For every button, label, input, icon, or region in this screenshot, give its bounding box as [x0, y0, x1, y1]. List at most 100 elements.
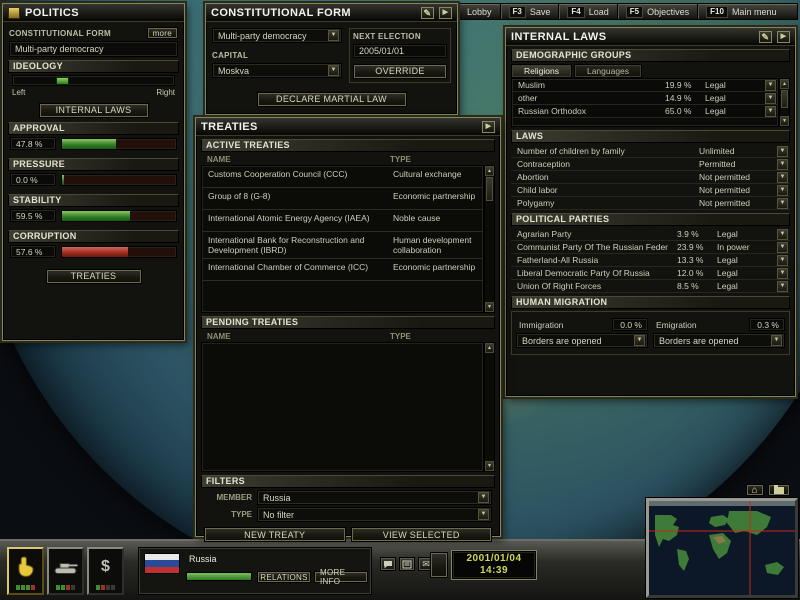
- emigration-borders-dropdown[interactable]: Borders are opened: [653, 333, 785, 348]
- dropdown-arrow-icon[interactable]: [328, 30, 339, 41]
- home-button[interactable]: [746, 484, 764, 496]
- party-row[interactable]: Union Of Right Forces 8.5 % Legal: [511, 280, 790, 293]
- dropdown-arrow-icon[interactable]: [777, 229, 788, 240]
- dropdown-arrow-icon[interactable]: [777, 268, 788, 279]
- law-row[interactable]: Contraception Permitted: [511, 158, 790, 171]
- ideology-slider-thumb[interactable]: [56, 77, 69, 85]
- dropdown-arrow-icon[interactable]: [777, 255, 788, 266]
- more-button[interactable]: more: [147, 27, 178, 39]
- dropdown-arrow-icon[interactable]: [328, 65, 339, 76]
- more-info-button[interactable]: MORE INFO: [314, 571, 368, 583]
- approval-bar: [61, 138, 177, 150]
- dropdown-arrow-icon[interactable]: [765, 106, 776, 117]
- government-form-dropdown[interactable]: Multi-party democracy: [212, 28, 342, 43]
- f4-key-badge: F4: [567, 6, 584, 18]
- politics-mode-indicator: [16, 585, 35, 590]
- constitutional-form-value: Multi-party democracy: [9, 41, 178, 57]
- tab-languages[interactable]: Languages: [574, 64, 642, 78]
- view-selected-button[interactable]: VIEW SELECTED: [351, 527, 493, 542]
- dropdown-arrow-icon[interactable]: [777, 185, 788, 196]
- law-row[interactable]: Polygamy Not permitted: [511, 197, 790, 210]
- party-row[interactable]: Communist Party Of The Russian Feder 23.…: [511, 241, 790, 254]
- scroll-down-icon[interactable]: [485, 302, 494, 312]
- edit-icon[interactable]: [421, 7, 434, 19]
- corruption-header: CORRUPTION: [8, 230, 179, 243]
- time-control-button[interactable]: [430, 552, 448, 578]
- scroll-down-icon[interactable]: [780, 116, 789, 126]
- folder-button[interactable]: [768, 484, 790, 496]
- military-mode-button[interactable]: [47, 547, 84, 595]
- emigration-label: Emigration: [653, 320, 744, 330]
- dropdown-arrow-icon[interactable]: [777, 242, 788, 253]
- active-treaties-scrollbar[interactable]: [484, 165, 495, 313]
- member-filter-dropdown[interactable]: Russia: [257, 490, 492, 505]
- load-button[interactable]: F4 Load: [559, 4, 617, 19]
- scroll-up-icon[interactable]: [780, 79, 789, 89]
- religion-row[interactable]: other 14.9 % Legal: [512, 92, 778, 105]
- main-menu-button[interactable]: F10 Main menu: [698, 4, 784, 19]
- minimap[interactable]: [646, 498, 798, 598]
- save-button[interactable]: F3 Save: [501, 4, 560, 19]
- politics-mode-button[interactable]: [7, 547, 44, 595]
- treaty-row[interactable]: International Chamber of Commerce (ICC) …: [202, 259, 483, 281]
- pending-treaties-columns: NAME TYPE: [201, 331, 495, 342]
- law-row[interactable]: Number of children by family Unlimited: [511, 145, 790, 158]
- detach-icon[interactable]: [482, 121, 495, 133]
- new-treaty-button[interactable]: NEW TREATY: [204, 527, 346, 542]
- dropdown-arrow-icon[interactable]: [634, 335, 645, 346]
- relations-button[interactable]: RELATIONS: [257, 571, 311, 583]
- approval-header: APPROVAL: [8, 122, 179, 135]
- log-icon[interactable]: [399, 557, 415, 571]
- party-row[interactable]: Liberal Democratic Party Of Russia 12.0 …: [511, 267, 790, 280]
- pending-treaties-header: PENDING TREATIES: [201, 316, 495, 329]
- party-row[interactable]: Fatherland-All Russia 13.3 % Legal: [511, 254, 790, 267]
- pending-treaties-scrollbar[interactable]: [484, 342, 495, 472]
- treaty-row[interactable]: Group of 8 (G-8) Economic partnership: [202, 188, 483, 210]
- dropdown-arrow-icon[interactable]: [777, 159, 788, 170]
- active-treaties-header: ACTIVE TREATIES: [201, 139, 495, 152]
- f10-key-badge: F10: [706, 6, 728, 18]
- tab-religions[interactable]: Religions: [511, 64, 572, 78]
- dropdown-arrow-icon[interactable]: [765, 80, 776, 91]
- dropdown-arrow-icon[interactable]: [777, 172, 788, 183]
- capital-dropdown[interactable]: Moskva: [212, 63, 342, 78]
- scroll-up-icon[interactable]: [485, 166, 494, 176]
- law-row[interactable]: Abortion Not permitted: [511, 171, 790, 184]
- party-row[interactable]: Agrarian Party 3.9 % Legal: [511, 228, 790, 241]
- objectives-button[interactable]: F5 Objectives: [618, 4, 698, 19]
- religion-row[interactable]: Russian Orthodox 65.0 % Legal: [512, 105, 778, 118]
- dropdown-arrow-icon[interactable]: [771, 335, 782, 346]
- ideology-slider[interactable]: [12, 75, 175, 86]
- immigration-borders-dropdown[interactable]: Borders are opened: [516, 333, 648, 348]
- treaty-row[interactable]: International Atomic Energy Agency (IAEA…: [202, 210, 483, 232]
- dropdown-arrow-icon[interactable]: [478, 492, 489, 503]
- type-filter-dropdown[interactable]: No filter: [257, 507, 492, 522]
- chat-icon[interactable]: [380, 557, 396, 571]
- law-row[interactable]: Child labor Not permitted: [511, 184, 790, 197]
- detach-icon[interactable]: [439, 7, 452, 19]
- internal-laws-button[interactable]: INTERNAL LAWS: [39, 103, 149, 118]
- dropdown-arrow-icon[interactable]: [777, 198, 788, 209]
- religion-row[interactable]: Muslim 19.9 % Legal: [512, 79, 778, 92]
- dropdown-arrow-icon[interactable]: [777, 146, 788, 157]
- economy-mode-button[interactable]: [87, 547, 124, 595]
- detach-icon[interactable]: [777, 31, 790, 43]
- lobby-label: Lobby: [467, 7, 492, 17]
- edit-icon[interactable]: [759, 31, 772, 43]
- treaty-row[interactable]: Customs Cooperation Council (CCC) Cultur…: [202, 166, 483, 188]
- scroll-up-icon[interactable]: [485, 343, 494, 353]
- override-button[interactable]: OVERRIDE: [353, 64, 447, 79]
- dropdown-arrow-icon[interactable]: [777, 281, 788, 292]
- lobby-button[interactable]: Lobby: [459, 4, 501, 19]
- dropdown-arrow-icon[interactable]: [478, 509, 489, 520]
- save-label: Save: [530, 7, 551, 17]
- money-icon: [101, 549, 110, 585]
- religions-scrollbar[interactable]: [779, 78, 790, 127]
- treaties-button[interactable]: TREATIES: [46, 269, 142, 284]
- declare-martial-law-button[interactable]: DECLARE MARTIAL LAW: [257, 92, 407, 107]
- next-election-group: NEXT ELECTION 2005/01/01 OVERRIDE: [349, 28, 451, 83]
- pressure-row: 0.0 %: [10, 173, 177, 186]
- dropdown-arrow-icon[interactable]: [765, 93, 776, 104]
- treaty-row[interactable]: International Bank for Reconstruction an…: [202, 232, 483, 259]
- scroll-down-icon[interactable]: [485, 461, 494, 471]
